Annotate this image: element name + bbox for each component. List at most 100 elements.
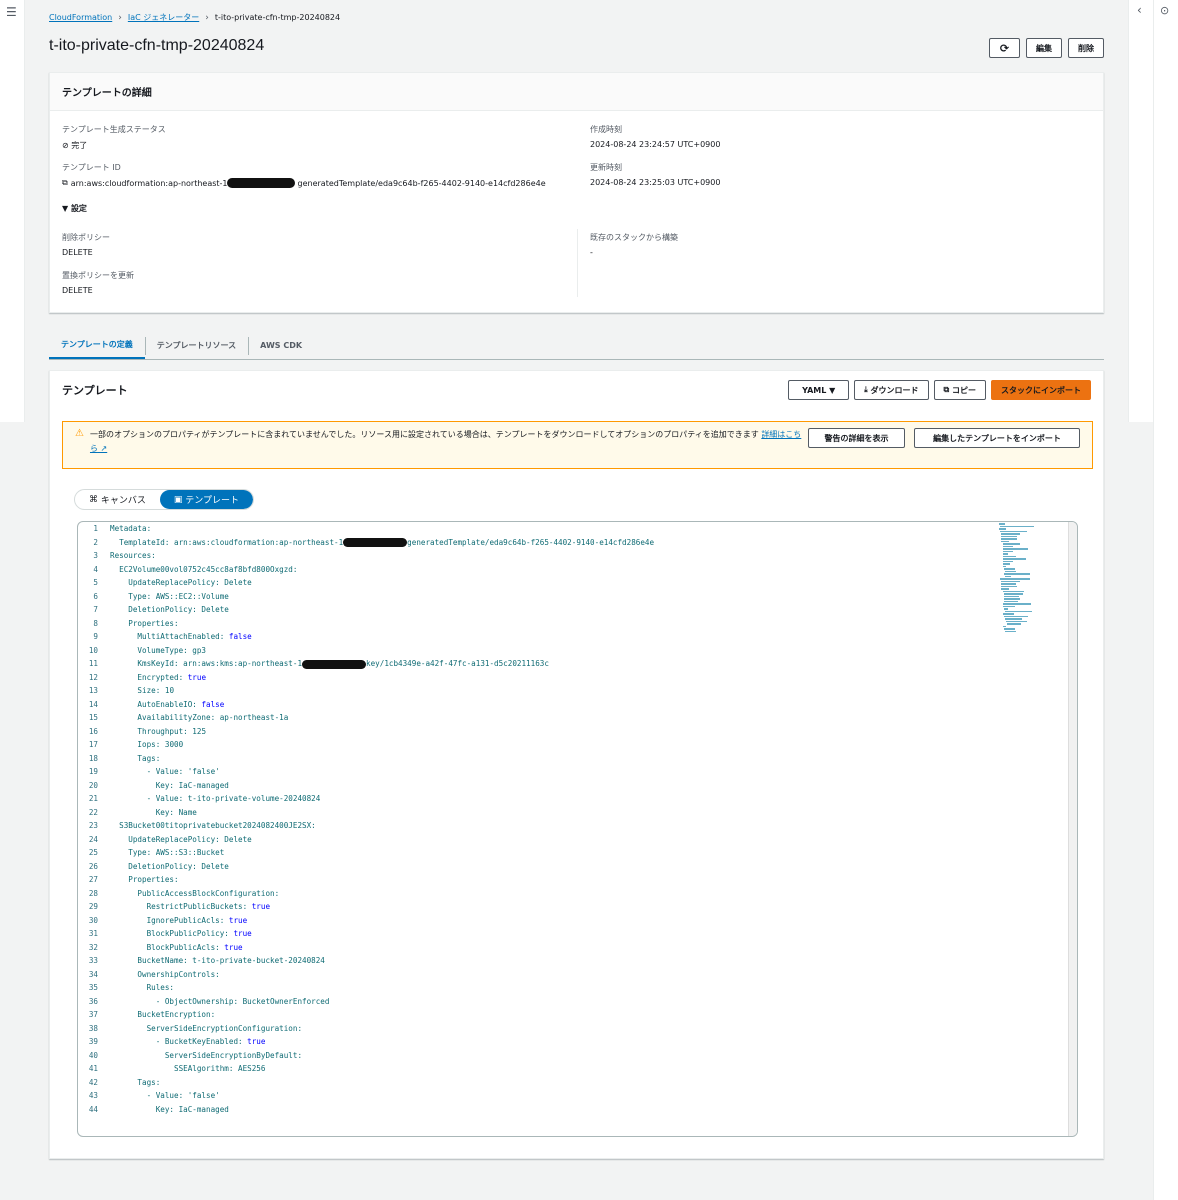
refresh-button[interactable]: ⟳	[989, 38, 1020, 58]
code-minimap[interactable]	[999, 522, 1067, 632]
line-number: 28	[88, 888, 98, 898]
chevron-right-icon: ›	[205, 12, 209, 23]
line-number: 16	[88, 726, 98, 736]
code-text: Resources:	[110, 551, 156, 560]
code-line: 19 - Value: 'false'	[78, 767, 654, 781]
code-editor[interactable]: 1 Metadata: 2 TemplateId: arn:aws:cloudfor…	[77, 521, 1078, 1137]
code-line: 33 BucketName: t-ito-private-bucket-2024…	[78, 956, 654, 970]
code-line: 43 - Value: 'false'	[78, 1091, 654, 1105]
delete-button[interactable]: 削除	[1068, 38, 1104, 58]
line-number: 31	[88, 929, 98, 938]
code-text: ServerSideEncryptionByDefault:	[110, 1050, 303, 1060]
menu-icon[interactable]: ☰	[6, 5, 17, 19]
code-text: UpdateReplacePolicy: Delete	[110, 578, 252, 587]
code-text: BucketEncryption:	[110, 1010, 216, 1019]
code-line: 16 Throughput: 125	[78, 727, 654, 741]
line-number: 44	[88, 1104, 98, 1114]
copy-icon[interactable]: ⧉	[62, 178, 68, 188]
code-literal: true	[233, 929, 252, 938]
minimap-line	[1001, 583, 1017, 585]
code-text: Size: 10	[110, 686, 175, 695]
code-text: IgnorePublicAcls: true	[110, 915, 248, 925]
code-text: Key: IaC-managed	[110, 780, 229, 790]
code-text: - Value: 'false'	[110, 1091, 220, 1100]
format-select[interactable]: YAML ▼	[788, 380, 850, 400]
minimap-line	[1002, 613, 1015, 615]
code-line: 30 IgnorePublicAcls: true	[78, 916, 654, 930]
code-line: 26 DeletionPolicy: Delete	[78, 862, 654, 876]
code-line: 25 Type: AWS::S3::Bucket	[78, 848, 654, 862]
line-number: 40	[88, 1050, 98, 1060]
import-stack-button[interactable]: スタックにインポート	[991, 380, 1091, 400]
redaction	[226, 178, 295, 188]
chevron-left-icon[interactable]: ‹	[1137, 3, 1142, 17]
code-text: DeletionPolicy: Delete	[110, 605, 229, 614]
minimap-line	[1003, 595, 1020, 597]
details-heading: テンプレートの詳細	[50, 73, 1103, 111]
show-warning-details-button[interactable]: 警告の詳細を表示	[808, 428, 905, 448]
minimap-line	[1002, 550, 1014, 552]
tab-template-definition[interactable]: テンプレートの定義	[49, 332, 145, 359]
line-number: 6	[93, 591, 98, 601]
breadcrumb-iac-generator[interactable]: IaC ジェネレーター	[128, 12, 199, 23]
minimap-line	[1003, 615, 1028, 617]
edit-button[interactable]: 編集	[1026, 38, 1062, 58]
code-lines: 1 Metadata: 2 TemplateId: arn:aws:cloudfor…	[78, 524, 654, 1118]
template-icon: ▣	[173, 494, 186, 505]
minimap-line	[1003, 598, 1020, 600]
created-label: 作成時刻	[590, 125, 622, 134]
code-text: KmsKeyId: arn:aws:kms:ap-northeast-1 key/…	[110, 659, 549, 669]
tab-template-resources[interactable]: テンプレートリソース	[144, 332, 248, 359]
minimap-line	[1003, 573, 1031, 575]
minimap-line	[1003, 608, 1008, 610]
view-toggle: ⌘ キャンバス ▣ テンプレート	[74, 489, 254, 510]
minimap-line	[1002, 553, 1009, 555]
check-circle-icon: ⊘	[62, 141, 69, 150]
minimap-line	[1003, 568, 1015, 570]
code-line: 20 Key: IaC-managed	[78, 781, 654, 795]
line-number: 26	[88, 861, 98, 871]
code-literal: true	[247, 1037, 266, 1046]
redaction	[302, 659, 367, 669]
deletion-policy-field: 削除ポリシー DELETE	[62, 232, 110, 257]
code-line: 42 Tags:	[78, 1078, 654, 1092]
line-number: 39	[88, 1037, 98, 1046]
minimap-line	[999, 528, 1006, 530]
code-line: 4 EC2Volume00vol0752c45cc8af8bfd800Oxgzd…	[78, 565, 654, 579]
settings-icon[interactable]: ⊙	[1160, 4, 1169, 17]
code-line: 11 KmsKeyId: arn:aws:kms:ap-northeast-1 k…	[78, 659, 654, 673]
settings-expander[interactable]: ▼ 設定	[62, 203, 87, 214]
line-number: 8	[93, 618, 98, 628]
code-text: Properties:	[110, 618, 179, 628]
line-number: 43	[88, 1091, 98, 1100]
minimap-line	[1001, 580, 1021, 582]
line-number: 25	[88, 848, 98, 857]
tab-aws-cdk[interactable]: AWS CDK	[248, 332, 314, 359]
copy-button[interactable]: ⧉ コピー	[933, 380, 986, 400]
line-number: 15	[88, 713, 98, 722]
code-literal: true	[187, 672, 207, 682]
code-line: 14 AutoEnableIO: false	[78, 700, 654, 714]
code-text: Throughput: 125	[110, 726, 207, 736]
code-text: Type: AWS::S3::Bucket	[110, 848, 225, 857]
template-toggle[interactable]: ▣ テンプレート	[159, 490, 253, 509]
code-line: 38 ServerSideEncryptionConfiguration:	[78, 1024, 654, 1038]
code-line: 39 - BucketKeyEnabled: true	[78, 1037, 654, 1051]
code-text: PublicAccessBlockConfiguration:	[110, 888, 280, 898]
code-text: DeletionPolicy: Delete	[110, 861, 229, 871]
header-actions: ⟳ 編集 削除	[989, 38, 1104, 58]
code-text: AutoEnableIO: false	[110, 699, 225, 709]
line-number: 33	[88, 956, 98, 965]
minimap-line	[1007, 623, 1022, 625]
import-edited-template-button[interactable]: 編集したテンプレートをインポート	[914, 428, 1080, 448]
code-text: Tags:	[110, 1077, 161, 1087]
canvas-toggle[interactable]: ⌘ キャンバス	[75, 490, 160, 509]
breadcrumb-cloudformation[interactable]: CloudFormation	[49, 13, 112, 22]
code-text: - Value: t-ito-private-volume-20240824	[110, 794, 321, 803]
download-button[interactable]: ⤓ ダウンロード	[854, 380, 929, 400]
minimap-line	[1001, 540, 1010, 542]
warning-icon: ⚠	[75, 428, 84, 439]
line-number: 18	[88, 753, 98, 763]
deletion-policy-value: DELETE	[62, 248, 93, 257]
editor-scrollbar[interactable]	[1068, 522, 1077, 1136]
